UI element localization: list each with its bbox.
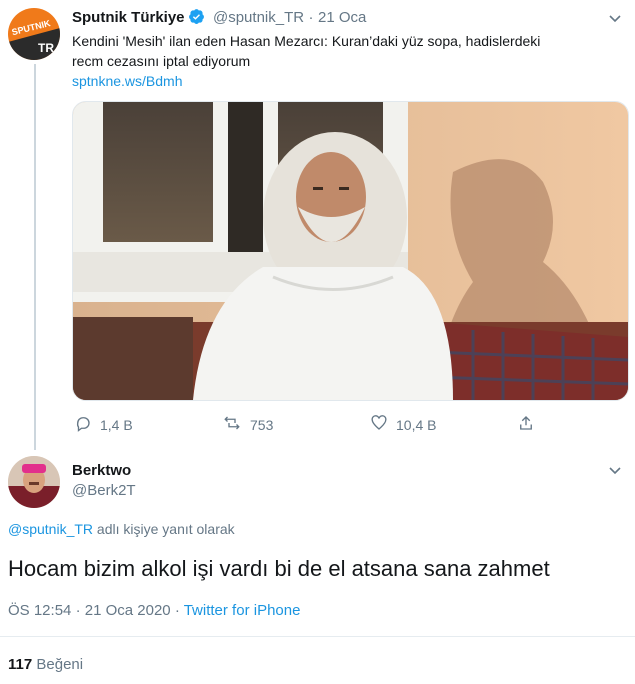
replying-to: @sputnik_TR adlı kişiye yanıt olarak [8,521,235,537]
quoted-tweet-header: Sputnik Türkiye @sputnik_TR · 21 Oca [72,8,366,30]
quoted-text-line2: recm cezasını iptal ediyorum [72,53,251,69]
meta-dot-2: · [174,602,180,619]
reply-meta: ÖS 12:54 · 21 Oca 2020 · Twitter for iPh… [8,602,300,619]
reply-icon [74,414,92,435]
sputnik-avatar[interactable]: SPUTNIK TR [8,8,60,60]
tweet-photo[interactable] [72,101,629,401]
thread-line [34,64,36,450]
reply-time[interactable]: ÖS 12:54 [8,602,71,619]
quoted-separator: · [308,9,314,26]
likes-count: 117 [8,656,33,673]
likes-summary[interactable]: 117 Beğeni [8,656,83,673]
chevron-down-icon[interactable] [607,10,623,26]
quoted-handle[interactable]: @sputnik_TR [213,9,304,26]
reply-text: Hocam bizim alkol işi vardı bi de el ats… [8,556,550,581]
retweet-icon [222,414,242,435]
meta-dot-1: · [75,602,81,619]
share-action[interactable] [517,414,535,435]
reply-source[interactable]: Twitter for iPhone [184,602,301,619]
reply-date[interactable]: 21 Oca 2020 [85,602,171,619]
quoted-date[interactable]: 21 Oca [318,9,366,26]
reply-handle[interactable]: @Berk2T [72,482,136,499]
replying-to-handle[interactable]: @sputnik_TR [8,521,93,537]
reply-author: Berktwo @Berk2T [72,462,136,499]
heart-icon [370,414,388,435]
like-count: 10,4 B [396,416,437,433]
like-action[interactable]: 10,4 B [370,414,436,435]
quoted-tweet-text: Kendini 'Mesih' ilan eden Hasan Mezarcı:… [72,31,622,91]
quoted-action-bar: 1,4 B 753 10,4 B [74,414,534,434]
quoted-display-name[interactable]: Sputnik Türkiye [72,9,185,26]
quoted-link[interactable]: sptnkne.ws/Bdmh [72,71,622,91]
replying-to-suffix: adlı kişiye yanıt olarak [96,521,235,537]
verified-badge-icon [188,8,205,30]
berktwo-avatar[interactable] [8,456,60,508]
reply-count: 1,4 B [100,416,133,433]
reply-chevron-down-icon[interactable] [607,462,623,478]
divider [0,636,635,637]
likes-label: Beğeni [36,656,84,673]
retweet-count: 753 [250,416,274,433]
avatar-logo-tr: TR [38,41,54,55]
reply-display-name[interactable]: Berktwo [72,462,136,479]
retweet-action[interactable]: 753 [222,414,273,435]
share-icon [517,414,535,435]
reply-action[interactable]: 1,4 B [74,414,133,435]
quoted-text-line1: Kendini 'Mesih' ilan eden Hasan Mezarcı:… [72,33,541,49]
